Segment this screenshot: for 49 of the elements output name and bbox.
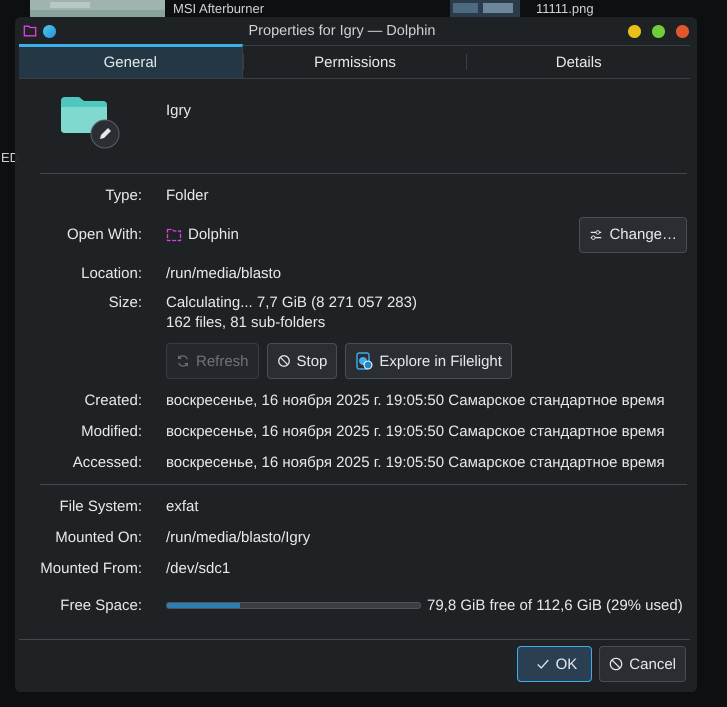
minimize-button[interactable] (628, 24, 641, 38)
field-value: /dev/sdc1 (166, 560, 230, 577)
change-button[interactable]: Change… (579, 216, 687, 252)
cancel-button[interactable]: Cancel (599, 646, 686, 682)
app-name: Dolphin (188, 226, 239, 243)
field-value: воскресенье, 16 ноября 2025 г. 19:05:50 Самарское стандартное время (166, 454, 665, 471)
file-label: MSI Afterburner (173, 1, 264, 16)
tab[interactable]: Permissions (244, 46, 466, 78)
check-icon (536, 657, 550, 671)
close-button[interactable] (676, 24, 689, 38)
folder-icon (23, 24, 37, 38)
menu-dot-icon[interactable] (43, 24, 56, 38)
field-label: Type: (104, 187, 142, 204)
size-value: 162 files, 81 sub-folders (166, 314, 326, 331)
folder-icon[interactable] (58, 95, 122, 151)
maximize-button[interactable] (652, 24, 665, 38)
field-value: Folder (166, 187, 209, 204)
size-value: Calculating... 7,7 GiB (8 271 057 283) (166, 294, 418, 311)
field-label: Accessed: (72, 454, 142, 471)
field-label: Mounted From: (39, 560, 142, 577)
filelight-button[interactable]: Explore in Filelight (345, 343, 512, 379)
tab[interactable]: General (19, 44, 243, 78)
field-value: /run/media/blasto (166, 265, 282, 282)
field-label: Location: (80, 265, 142, 282)
disk-chart-icon (355, 352, 374, 370)
field-value: exfat (166, 498, 199, 515)
refresh-icon (176, 354, 190, 368)
field-value: воскресенье, 16 ноября 2025 г. 19:05:50 Самарское стандартное время (166, 423, 665, 440)
window-title: Properties for Igry — Dolphin (248, 23, 436, 39)
cancel-icon (609, 657, 624, 671)
field-label: Modified: (80, 423, 142, 440)
field-label: Created: (83, 392, 142, 409)
field-value: /run/media/blasto/Igry (166, 529, 310, 546)
file-label: 11111.png (536, 1, 594, 16)
folder-icon (166, 226, 182, 242)
sliders-icon (589, 228, 604, 242)
field-label: File System: (58, 498, 142, 515)
ok-button[interactable]: OK (516, 646, 592, 682)
file-name: Igry (166, 102, 192, 119)
stop-icon (276, 354, 291, 368)
field-value: воскресенье, 16 ноября 2025 г. 19:05:50 Самарское стандартное время (166, 392, 665, 409)
field-label: Size: (108, 293, 142, 311)
field-label: Free Space: (59, 597, 142, 614)
tab[interactable]: Details (467, 46, 690, 78)
file-label: ED (1, 150, 20, 165)
field-label: Mounted On: (54, 529, 142, 546)
free-space-reading: 79,8 GiB free of 112,6 GiB (29% used) (427, 597, 683, 614)
field-label: Open With: (66, 226, 142, 243)
stop-button[interactable]: Stop (266, 343, 338, 379)
